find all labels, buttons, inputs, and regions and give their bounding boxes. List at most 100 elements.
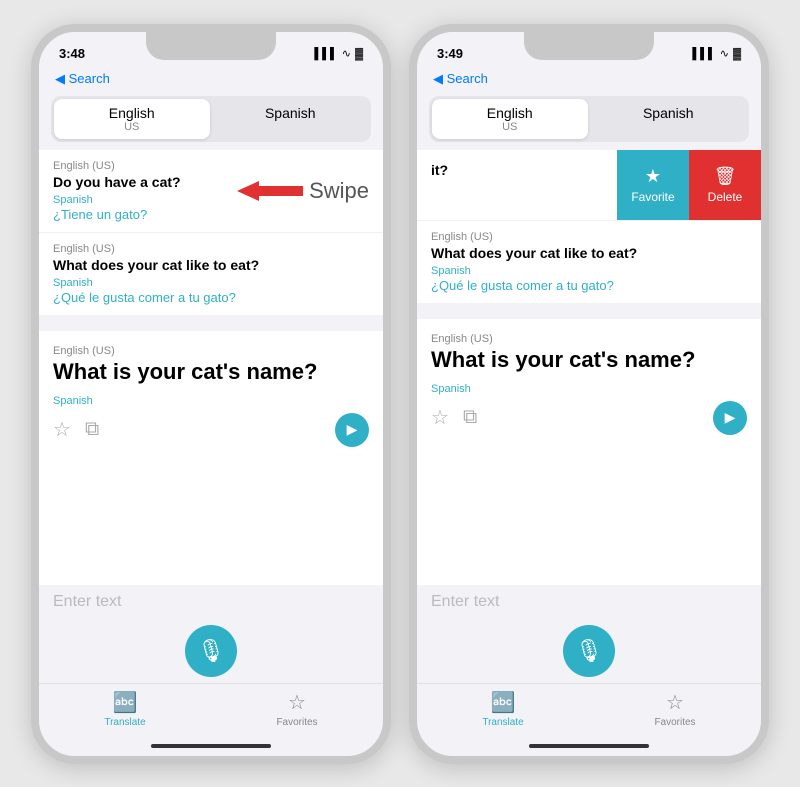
notch-right (524, 32, 654, 60)
home-bar-right (529, 744, 649, 748)
mic-area-right: 🎙 (417, 615, 761, 683)
expanded-en-right: What is your cat's name? (431, 347, 747, 373)
card-1-right[interactable]: it? ★ Favorite 🗑 Delete (417, 150, 761, 220)
mic-btn-left[interactable]: 🎙 (185, 625, 237, 677)
status-icons-left: ▌▌▌ ∿ ▓ (314, 47, 363, 60)
translate-label-right: Translate (482, 717, 523, 728)
book-icon-left[interactable]: ⧉ (85, 418, 99, 441)
time-right: 3:49 (437, 46, 463, 61)
mic-btn-right[interactable]: 🎙 (563, 625, 615, 677)
history-cards-left: English (US) Do you have a cat? Spanish … (39, 150, 383, 315)
card-1-left[interactable]: English (US) Do you have a cat? Spanish … (39, 150, 383, 232)
lang-english-name-right: English (436, 105, 584, 121)
expanded-card-left[interactable]: English (US) What is your cat's name? Sp… (39, 331, 383, 585)
book-icon-right[interactable]: ⧉ (463, 406, 477, 429)
signal-icon-right: ▌▌▌ (692, 48, 715, 60)
phone-right: 3:49 ▌▌▌ ∿ ▓ ◀ Search English US Spanish (409, 24, 769, 764)
expanded-icons-right: ☆ ⧉ ▶ (431, 401, 747, 435)
battery-icon-right: ▓ (733, 48, 741, 60)
delete-btn-right[interactable]: 🗑 Delete (689, 150, 761, 220)
expanded-es-label-right: Spanish (431, 383, 747, 395)
nav-back-right[interactable]: ◀ Search (417, 68, 761, 92)
input-area-left[interactable]: Enter text (39, 585, 383, 615)
play-btn-right[interactable]: ▶ (713, 401, 747, 435)
status-icons-right: ▌▌▌ ∿ ▓ (692, 47, 741, 60)
favorites-label-right: Favorites (654, 717, 695, 728)
swipe-label: Swipe (309, 178, 369, 204)
screen-left: 3:48 ▌▌▌ ∿ ▓ ◀ Search English US Spanish (39, 32, 383, 756)
tab-bar-left: 🔤 Translate ☆ Favorites (39, 683, 383, 736)
phones-container: 3:48 ▌▌▌ ∿ ▓ ◀ Search English US Spanish (11, 4, 789, 784)
lang-spanish-left[interactable]: Spanish (213, 99, 369, 139)
card1-en-label-left: English (US) (53, 160, 369, 172)
home-bar-left (151, 744, 271, 748)
play-btn-left[interactable]: ▶ (335, 413, 369, 447)
card2-es-label-right: Spanish (431, 265, 747, 277)
delete-label-right: Delete (708, 190, 743, 204)
back-label-left[interactable]: ◀ Search (55, 71, 110, 86)
lang-selector-right: English US Spanish (429, 96, 749, 142)
lang-spanish-right[interactable]: Spanish (591, 99, 747, 139)
card2-en-left: What does your cat like to eat? (53, 257, 369, 273)
swipe-actions-right: ★ Favorite 🗑 Delete (617, 150, 761, 220)
card2-en-right: What does your cat like to eat? (431, 245, 747, 261)
wifi-icon-right: ∿ (720, 47, 729, 60)
tab-bar-right: 🔤 Translate ☆ Favorites (417, 683, 761, 736)
signal-icon-left: ▌▌▌ (314, 48, 337, 60)
tab-favorites-right[interactable]: ☆ Favorites (589, 690, 761, 728)
card2-es-left: ¿Qué le gusta comer a tu gato? (53, 290, 369, 305)
translate-icon-left: 🔤 (113, 690, 138, 715)
back-label-right[interactable]: ◀ Search (433, 71, 488, 86)
lang-spanish-name-left: Spanish (217, 105, 365, 121)
input-placeholder-right[interactable]: Enter text (431, 593, 747, 611)
wifi-icon-left: ∿ (342, 47, 351, 60)
swipe-annotation: Swipe (237, 178, 369, 204)
tab-translate-right[interactable]: 🔤 Translate (417, 690, 589, 728)
phone-left: 3:48 ▌▌▌ ∿ ▓ ◀ Search English US Spanish (31, 24, 391, 764)
card2-en-label-right: English (US) (431, 231, 747, 243)
battery-icon-left: ▓ (355, 48, 363, 60)
translate-label-left: Translate (104, 717, 145, 728)
expanded-en-left: What is your cat's name? (53, 359, 369, 385)
input-placeholder-left[interactable]: Enter text (53, 593, 369, 611)
lang-spanish-name-right: Spanish (595, 105, 743, 121)
expanded-es-label-left: Spanish (53, 395, 369, 407)
expanded-en-label-right: English (US) (431, 333, 747, 345)
card1-es-left: ¿Tiene un gato? (53, 207, 369, 222)
home-indicator-left (39, 736, 383, 756)
lang-english-right[interactable]: English US (432, 99, 588, 139)
mic-area-left: 🎙 (39, 615, 383, 683)
card2-es-right: ¿Qué le gusta comer a tu gato? (431, 278, 747, 293)
favorites-label-left: Favorites (276, 717, 317, 728)
card2-en-label-left: English (US) (53, 243, 369, 255)
lang-english-left[interactable]: English US (54, 99, 210, 139)
card-2-left[interactable]: English (US) What does your cat like to … (39, 232, 383, 315)
star-icon-left[interactable]: ☆ (53, 417, 71, 442)
history-cards-right: it? ★ Favorite 🗑 Delete (417, 150, 761, 303)
expanded-icons-left: ☆ ⧉ ▶ (53, 413, 369, 447)
favorite-label-right: Favorite (631, 190, 674, 204)
home-indicator-right (417, 736, 761, 756)
translate-icon-right: 🔤 (491, 690, 516, 715)
star-icon-right[interactable]: ☆ (431, 405, 449, 430)
lang-english-name-left: English (58, 105, 206, 121)
tab-favorites-left[interactable]: ☆ Favorites (211, 690, 383, 728)
expanded-card-right[interactable]: English (US) What is your cat's name? Sp… (417, 319, 761, 585)
tab-translate-left[interactable]: 🔤 Translate (39, 690, 211, 728)
favorite-btn-right[interactable]: ★ Favorite (617, 150, 689, 220)
screen-right: 3:49 ▌▌▌ ∿ ▓ ◀ Search English US Spanish (417, 32, 761, 756)
nav-back-left[interactable]: ◀ Search (39, 68, 383, 92)
card-2-right[interactable]: English (US) What does your cat like to … (417, 220, 761, 303)
trash-action-icon-right: 🗑 (714, 166, 737, 187)
lang-english-sub-left: US (58, 121, 206, 133)
card2-es-label-left: Spanish (53, 277, 369, 289)
lang-english-sub-right: US (436, 121, 584, 133)
notch-left (146, 32, 276, 60)
gap-left (39, 315, 383, 323)
input-area-right[interactable]: Enter text (417, 585, 761, 615)
lang-selector-left: English US Spanish (51, 96, 371, 142)
gap-right (417, 303, 761, 311)
favorites-icon-right: ☆ (666, 690, 684, 715)
star-action-icon-right: ★ (645, 166, 661, 187)
favorites-icon-left: ☆ (288, 690, 306, 715)
